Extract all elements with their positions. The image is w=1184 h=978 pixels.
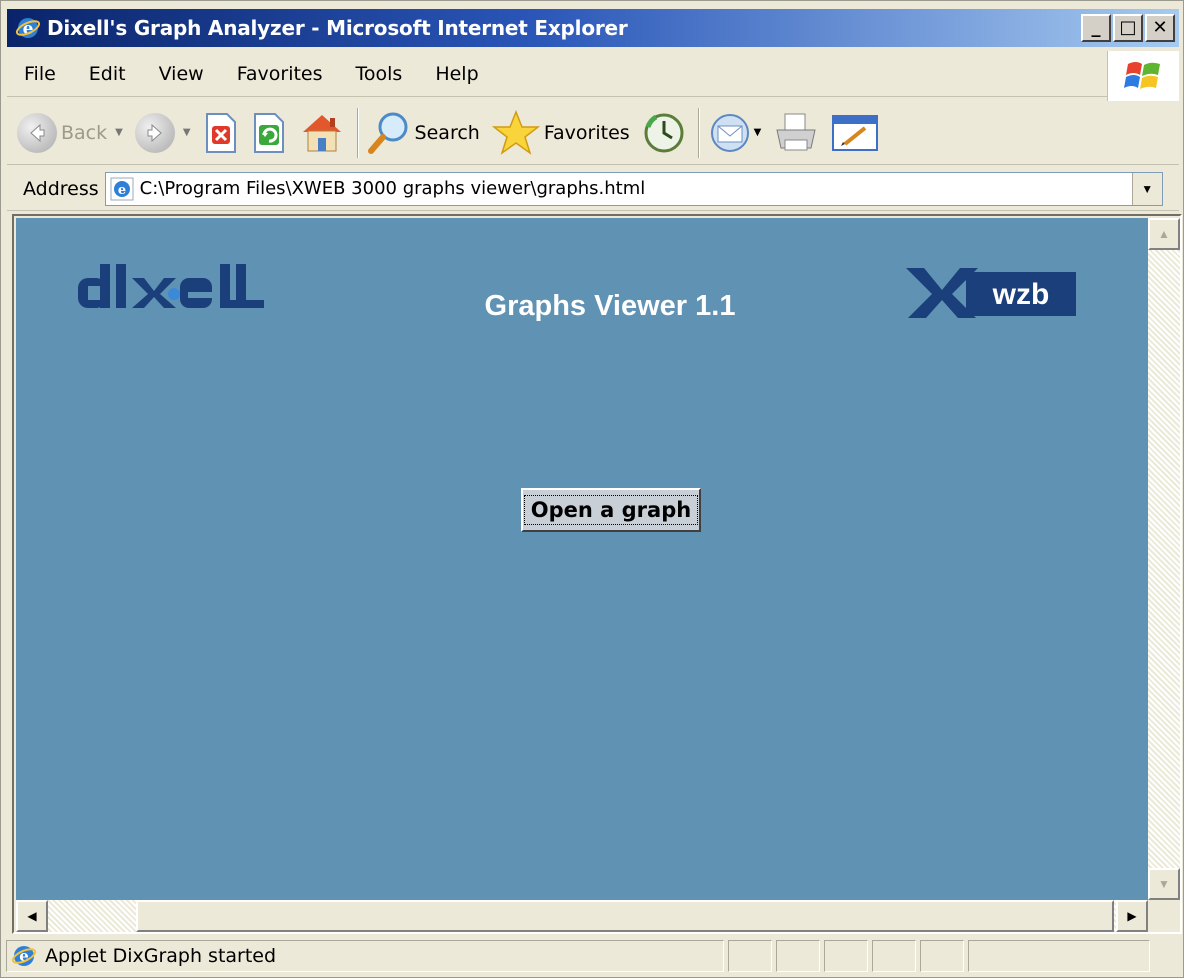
back-label: Back: [61, 121, 108, 144]
svg-text:wzb: wzb: [992, 278, 1050, 311]
home-icon: [302, 114, 341, 151]
stop-button[interactable]: [203, 112, 239, 154]
ie-icon: e: [15, 18, 41, 39]
chevron-down-icon: ▼: [1158, 877, 1170, 891]
address-bar: Address e C:\Program Files\XWEB 3000 gra…: [7, 167, 1179, 211]
forward-dropdown-icon[interactable]: ▼: [183, 127, 191, 138]
open-graph-label: Open a graph: [523, 495, 699, 525]
menu-edit[interactable]: Edit: [72, 63, 142, 85]
stop-icon: [205, 112, 236, 153]
toolbar-separator: [356, 107, 359, 158]
toolbar-separator-2: [697, 107, 700, 158]
windows-flag-icon: [1123, 62, 1160, 89]
back-icon: [17, 112, 57, 153]
status-panel-2: [776, 940, 820, 972]
address-dropdown-icon[interactable]: ▼: [1131, 172, 1162, 205]
windows-logo: [1107, 51, 1179, 101]
maximize-icon: □: [1119, 17, 1137, 38]
mail-dropdown-icon[interactable]: ▼: [754, 127, 762, 138]
menu-file[interactable]: File: [7, 63, 72, 85]
title-bar[interactable]: e Dixell's Graph Analyzer - Microsoft In…: [7, 9, 1179, 47]
status-panel-3: [824, 940, 868, 972]
menu-help[interactable]: Help: [418, 63, 494, 85]
history-icon: [644, 113, 684, 152]
edit-icon: [832, 114, 879, 151]
print-icon: [776, 113, 816, 150]
refresh-button[interactable]: [251, 112, 287, 154]
mail-button[interactable]: ▼: [708, 111, 762, 155]
menu-tools[interactable]: Tools: [339, 63, 419, 85]
ie-status-icon: e: [11, 946, 37, 966]
scrollbar-corner: [1148, 900, 1180, 932]
favorites-label: Favorites: [543, 121, 630, 144]
status-panel-5: [920, 940, 964, 972]
window-title: Dixell's Graph Analyzer - Microsoft Inte…: [47, 16, 628, 40]
address-text: C:\Program Files\XWEB 3000 graphs viewer…: [139, 178, 646, 199]
search-label: Search: [414, 121, 480, 144]
forward-button[interactable]: ▼: [134, 112, 191, 153]
status-text: Applet DixGraph started: [45, 945, 277, 967]
page-content: Graphs Viewer 1.1 wzb Open a graph: [16, 218, 1148, 900]
horizontal-scroll-thumb[interactable]: [136, 900, 1114, 932]
chevron-left-icon: ◀: [27, 909, 37, 923]
menu-view[interactable]: View: [142, 63, 220, 85]
forward-icon: [134, 112, 175, 153]
xweb-logo: wzb: [906, 268, 1076, 318]
minimize-icon: _: [1091, 17, 1101, 38]
status-panel-4: [872, 940, 916, 972]
status-panel-1: [728, 940, 772, 972]
menu-bar: File Edit View Favorites Tools Help: [7, 51, 1179, 101]
close-icon: ✕: [1152, 17, 1168, 38]
favorites-icon: [491, 109, 540, 155]
minimize-button[interactable]: _: [1081, 14, 1111, 42]
status-bar: e Applet DixGraph started: [6, 938, 1178, 974]
status-main-panel: e Applet DixGraph started: [6, 940, 724, 972]
page-icon: e: [110, 177, 134, 200]
back-dropdown-icon[interactable]: ▼: [115, 127, 123, 138]
print-button[interactable]: [773, 110, 819, 156]
menu-favorites[interactable]: Favorites: [220, 63, 339, 85]
address-label: Address: [23, 177, 99, 200]
search-button[interactable]: Search: [367, 110, 480, 156]
address-input[interactable]: e C:\Program Files\XWEB 3000 graphs view…: [104, 171, 1163, 206]
favorites-button[interactable]: Favorites: [491, 109, 630, 156]
toolbar: Back ▼ ▼ Search Favorites ▼: [7, 101, 1179, 165]
open-graph-button[interactable]: Open a graph: [521, 488, 701, 532]
scroll-left-button[interactable]: ◀: [16, 900, 48, 932]
history-button[interactable]: [642, 111, 686, 155]
maximize-button[interactable]: □: [1113, 14, 1143, 42]
search-icon: [367, 112, 408, 154]
scroll-down-button[interactable]: ▼: [1148, 868, 1180, 900]
scroll-right-button[interactable]: ▶: [1116, 900, 1148, 932]
vertical-scrollbar[interactable]: ▲ ▼: [1148, 218, 1180, 900]
status-zone-panel: [968, 940, 1150, 972]
svg-text:e: e: [118, 183, 126, 198]
horizontal-scrollbar[interactable]: ◀ ▶: [16, 900, 1148, 932]
window-controls: _ □ ✕: [1081, 14, 1175, 42]
home-button[interactable]: [299, 110, 345, 156]
chevron-up-icon: ▲: [1158, 227, 1170, 241]
refresh-icon: [253, 112, 284, 153]
back-button[interactable]: Back ▼: [17, 112, 123, 153]
close-button[interactable]: ✕: [1145, 14, 1175, 42]
edit-button[interactable]: [831, 112, 879, 154]
scroll-up-button[interactable]: ▲: [1148, 218, 1180, 250]
mail-icon: [710, 113, 749, 152]
chevron-right-icon: ▶: [1127, 909, 1137, 923]
